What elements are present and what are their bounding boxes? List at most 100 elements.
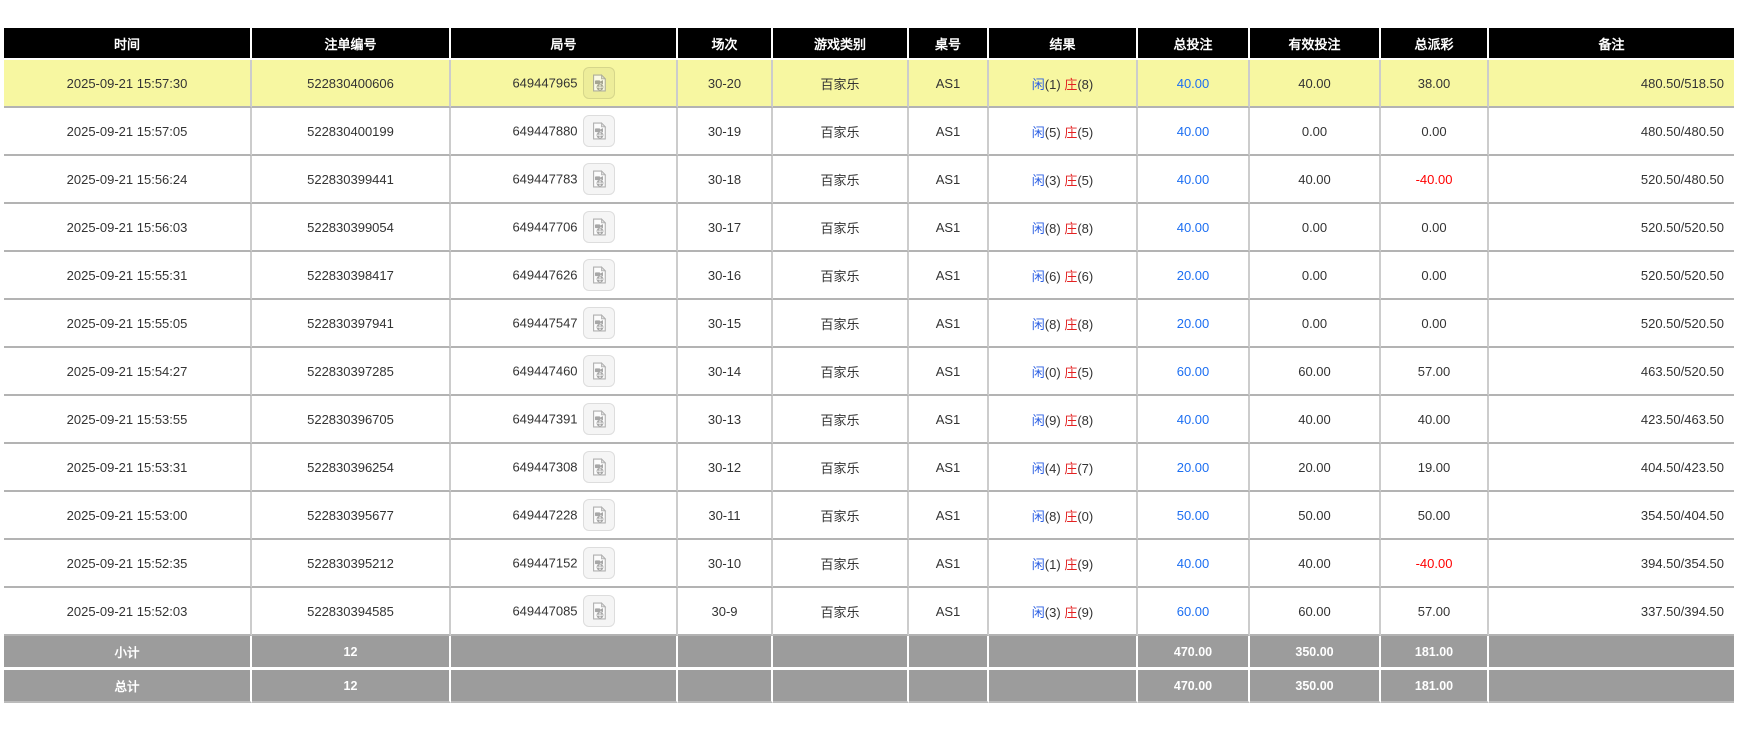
cell-round-id: 649447880 (451, 108, 678, 156)
cell-time: 2025-09-21 15:56:24 (4, 156, 252, 204)
cell-remark: 354.50/404.50 (1489, 492, 1734, 540)
cell-total-payout: 0.00 (1381, 300, 1489, 348)
total-bet-link[interactable]: 50.00 (1138, 492, 1250, 540)
total-bet-link[interactable]: 20.00 (1138, 252, 1250, 300)
banker-result-label: 庄 (1064, 365, 1077, 380)
round-id-text: 649447460 (512, 364, 577, 379)
player-result-label: 闲 (1032, 221, 1045, 236)
col-header-time: 时间 (4, 28, 252, 60)
summary-empty-cell (909, 636, 989, 670)
video-replay-icon (589, 457, 609, 477)
cell-time: 2025-09-21 15:53:00 (4, 492, 252, 540)
video-replay-button[interactable] (583, 451, 615, 483)
summary-label: 总计 (4, 670, 252, 703)
cell-result: 闲(3) 庄(5) (989, 156, 1138, 204)
total-bet-link[interactable]: 40.00 (1138, 540, 1250, 588)
cell-total-payout: -40.00 (1381, 540, 1489, 588)
round-id-text: 649447085 (512, 604, 577, 619)
cell-table-no: AS1 (909, 396, 989, 444)
banker-points: (9) (1077, 605, 1093, 620)
video-replay-button[interactable] (583, 547, 615, 579)
player-points: (4) (1045, 461, 1061, 476)
summary-empty-cell (678, 636, 773, 670)
video-replay-button[interactable] (583, 115, 615, 147)
player-result-label: 闲 (1032, 173, 1045, 188)
video-replay-button[interactable] (583, 499, 615, 531)
total-bet-link[interactable]: 40.00 (1138, 60, 1250, 108)
cell-total-payout: 57.00 (1381, 588, 1489, 636)
summary-valid-bet: 350.00 (1250, 670, 1381, 703)
summary-empty-cell (773, 636, 909, 670)
cell-remark: 480.50/480.50 (1489, 108, 1734, 156)
table-row: 2025-09-21 15:53:00522830395677649447228… (4, 492, 1734, 540)
total-bet-link[interactable]: 40.00 (1138, 108, 1250, 156)
cell-valid-bet: 60.00 (1250, 348, 1381, 396)
cell-session: 30-16 (678, 252, 773, 300)
cell-session: 30-18 (678, 156, 773, 204)
cell-time: 2025-09-21 15:57:05 (4, 108, 252, 156)
cell-table-no: AS1 (909, 444, 989, 492)
banker-result-label: 庄 (1064, 413, 1077, 428)
total-bet-link[interactable]: 40.00 (1138, 204, 1250, 252)
cell-total-payout: -40.00 (1381, 156, 1489, 204)
cell-result: 闲(4) 庄(7) (989, 444, 1138, 492)
cell-bet-id: 522830398417 (252, 252, 451, 300)
cell-valid-bet: 0.00 (1250, 300, 1381, 348)
cell-table-no: AS1 (909, 540, 989, 588)
cell-table-no: AS1 (909, 156, 989, 204)
video-replay-button[interactable] (583, 211, 615, 243)
video-replay-button[interactable] (583, 307, 615, 339)
player-points: (8) (1045, 221, 1061, 236)
col-header-bet-id: 注单编号 (252, 28, 451, 60)
video-replay-icon (589, 409, 609, 429)
total-bet-link[interactable]: 20.00 (1138, 444, 1250, 492)
cell-valid-bet: 40.00 (1250, 156, 1381, 204)
total-bet-link[interactable]: 60.00 (1138, 348, 1250, 396)
player-points: (0) (1045, 365, 1061, 380)
banker-result-label: 庄 (1064, 173, 1077, 188)
bet-history-table: 时间注单编号局号场次游戏类别桌号结果总投注有效投注总派彩备注 2025-09-2… (4, 28, 1734, 703)
player-result-label: 闲 (1032, 77, 1045, 92)
total-bet-link[interactable]: 40.00 (1138, 396, 1250, 444)
table-row: 2025-09-21 15:53:55522830396705649447391… (4, 396, 1734, 444)
cell-total-payout: 0.00 (1381, 108, 1489, 156)
banker-points: (8) (1077, 77, 1093, 92)
video-replay-button[interactable] (583, 259, 615, 291)
cell-result: 闲(8) 庄(8) (989, 300, 1138, 348)
video-replay-button[interactable] (583, 403, 615, 435)
cell-session: 30-19 (678, 108, 773, 156)
video-replay-button[interactable] (583, 67, 615, 99)
player-result-label: 闲 (1032, 125, 1045, 140)
cell-round-id: 649447706 (451, 204, 678, 252)
video-replay-button[interactable] (583, 595, 615, 627)
video-replay-icon (589, 313, 609, 333)
total-bet-link[interactable]: 60.00 (1138, 588, 1250, 636)
col-header-total-payout: 总派彩 (1381, 28, 1489, 60)
cell-session: 30-11 (678, 492, 773, 540)
table-body: 2025-09-21 15:57:30522830400606649447965… (4, 60, 1734, 636)
table-row: 2025-09-21 15:52:35522830395212649447152… (4, 540, 1734, 588)
table-header: 时间注单编号局号场次游戏类别桌号结果总投注有效投注总派彩备注 (4, 28, 1734, 60)
header-row: 时间注单编号局号场次游戏类别桌号结果总投注有效投注总派彩备注 (4, 28, 1734, 60)
cell-round-id: 649447391 (451, 396, 678, 444)
cell-result: 闲(6) 庄(6) (989, 252, 1138, 300)
video-replay-button[interactable] (583, 163, 615, 195)
cell-time: 2025-09-21 15:53:55 (4, 396, 252, 444)
banker-points: (6) (1077, 269, 1093, 284)
cell-result: 闲(8) 庄(0) (989, 492, 1138, 540)
cell-total-payout: 19.00 (1381, 444, 1489, 492)
cell-session: 30-9 (678, 588, 773, 636)
cell-round-id: 649447460 (451, 348, 678, 396)
summary-total-payout: 181.00 (1381, 670, 1489, 703)
cell-game-type: 百家乐 (773, 204, 909, 252)
cell-valid-bet: 0.00 (1250, 108, 1381, 156)
cell-bet-id: 522830396705 (252, 396, 451, 444)
cell-time: 2025-09-21 15:53:31 (4, 444, 252, 492)
banker-result-label: 庄 (1064, 125, 1077, 140)
video-replay-icon (589, 601, 609, 621)
total-bet-link[interactable]: 40.00 (1138, 156, 1250, 204)
video-replay-button[interactable] (583, 355, 615, 387)
summary-count: 12 (252, 670, 451, 703)
total-bet-link[interactable]: 20.00 (1138, 300, 1250, 348)
player-points: (9) (1045, 413, 1061, 428)
